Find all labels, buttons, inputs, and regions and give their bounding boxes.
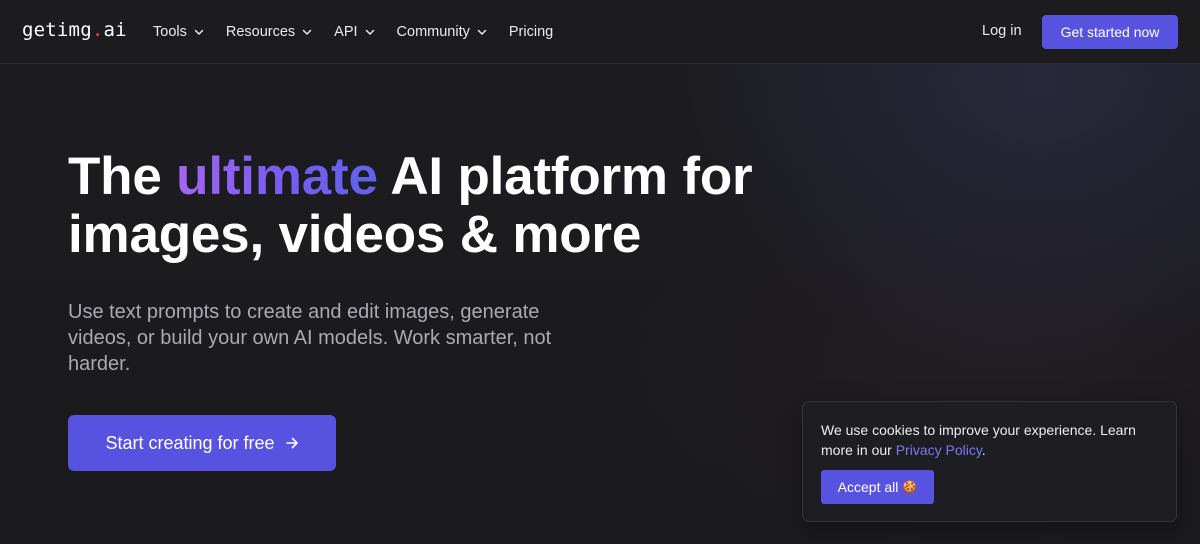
nav-item-label: API — [334, 24, 358, 40]
top-navbar: getimg. ai Tools Resources API Community… — [0, 0, 1200, 64]
hero-title-part1: The — [68, 147, 177, 206]
nav-item-resources[interactable]: Resources — [226, 24, 312, 40]
main-menu: Tools Resources API Community Pricing — [153, 0, 575, 64]
nav-item-label: Tools — [153, 24, 187, 40]
chevron-down-icon — [365, 27, 375, 37]
nav-item-label: Resources — [225, 24, 296, 40]
page: getimg. ai Tools Resources API Community… — [0, 0, 1200, 544]
cookie-icon: 🍪 — [902, 480, 918, 494]
chevron-down-icon — [302, 27, 312, 37]
cookie-text-end: . — [981, 442, 986, 458]
nav-item-community[interactable]: Community — [397, 24, 487, 40]
logo[interactable]: getimg. ai — [22, 19, 127, 41]
cookie-banner: We use cookies to improve your experienc… — [802, 401, 1177, 522]
nav-item-label: Community — [396, 24, 470, 40]
start-creating-button[interactable]: Start creating for free — [68, 415, 336, 471]
accept-label: Accept all — [837, 479, 899, 495]
get-started-button[interactable]: Get started now — [1042, 15, 1178, 49]
logo-dot: . — [91, 19, 104, 41]
nav-item-tools[interactable]: Tools — [153, 24, 204, 40]
hero-title: The ultimate AI platform for images, vid… — [68, 148, 828, 264]
nav-item-api[interactable]: API — [334, 24, 374, 40]
hero-title-line2: images, videos & more — [68, 205, 642, 264]
chevron-down-icon — [194, 27, 204, 37]
arrow-right-icon — [285, 436, 299, 450]
logo-main: getimg — [22, 19, 92, 41]
nav-item-label: Pricing — [508, 24, 554, 40]
logo-tld: ai — [103, 19, 127, 41]
cookie-message: We use cookies to improve your experienc… — [821, 420, 1161, 460]
hero-title-part2: AI platform for — [377, 147, 753, 206]
hero-title-accent: ultimate — [176, 147, 378, 206]
hero-subtitle: Use text prompts to create and edit imag… — [68, 301, 552, 375]
accept-cookies-button[interactable]: Accept all 🍪 — [821, 470, 934, 504]
login-link[interactable]: Log in — [982, 23, 1022, 39]
nav-item-pricing[interactable]: Pricing — [509, 24, 553, 40]
start-creating-label: Start creating for free — [105, 432, 275, 453]
privacy-policy-link[interactable]: Privacy Policy — [896, 442, 982, 458]
chevron-down-icon — [477, 27, 487, 37]
